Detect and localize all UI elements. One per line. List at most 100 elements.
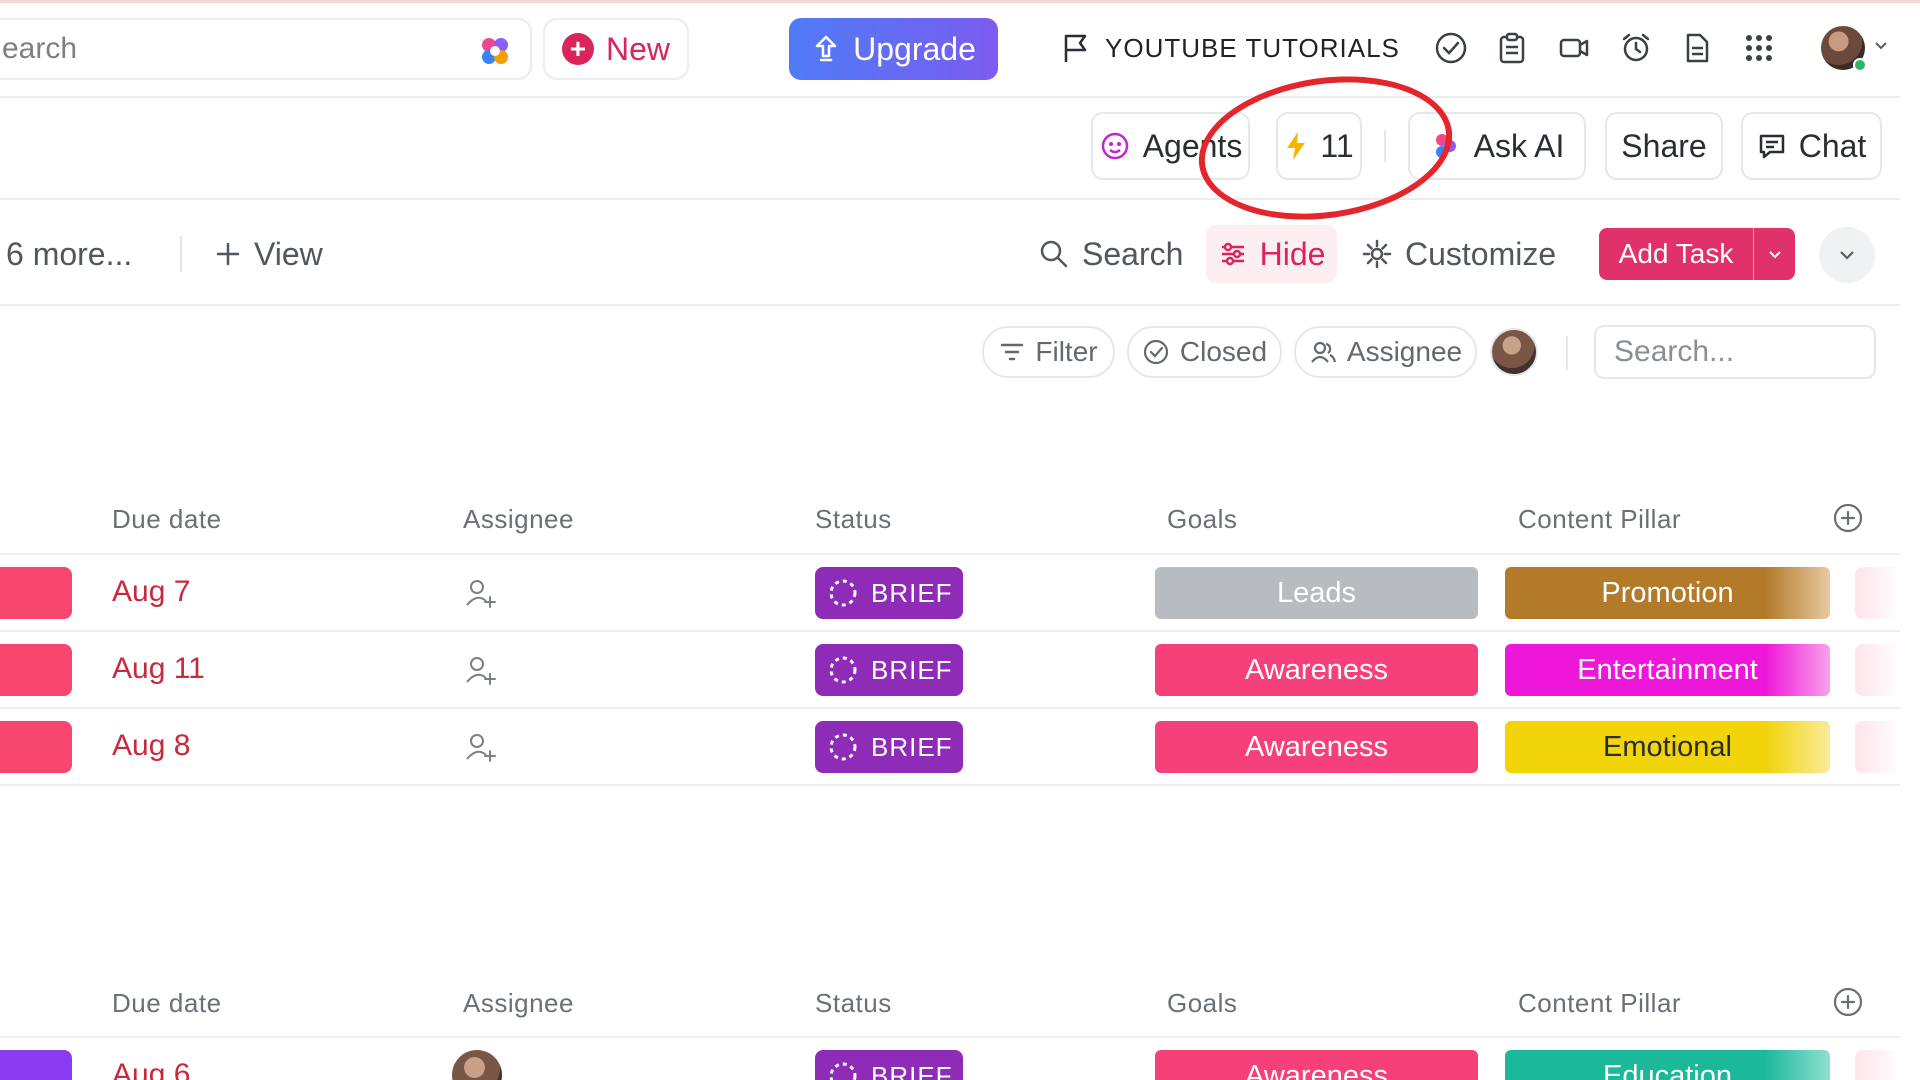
content-pillar-tag[interactable]: Emotional bbox=[1505, 721, 1830, 773]
due-date-cell[interactable]: Aug 6 bbox=[112, 1058, 190, 1080]
new-button[interactable]: + New bbox=[543, 18, 689, 80]
chat-button[interactable]: Chat bbox=[1741, 112, 1882, 180]
add-assignee-icon[interactable] bbox=[462, 575, 498, 611]
online-status-dot bbox=[1853, 58, 1867, 72]
status-label: BRIEF bbox=[871, 731, 953, 762]
view-search-button[interactable]: Search bbox=[1038, 228, 1183, 280]
content-pillar-tag[interactable]: Promotion bbox=[1505, 567, 1830, 619]
agents-icon bbox=[1101, 132, 1128, 160]
video-icon[interactable] bbox=[1557, 31, 1591, 65]
apps-grid-icon[interactable] bbox=[1742, 31, 1776, 65]
workspace-selector[interactable]: YOUTUBE TUTORIALS bbox=[1061, 28, 1400, 68]
due-date-cell[interactable]: Aug 8 bbox=[112, 729, 190, 763]
filter-button[interactable]: Filter bbox=[982, 326, 1115, 378]
ask-ai-label: Ask AI bbox=[1473, 127, 1565, 164]
filter-icon bbox=[1001, 343, 1024, 361]
row-divider bbox=[0, 553, 1900, 555]
plus-circle-icon: + bbox=[561, 33, 594, 65]
column-header-due-date[interactable]: Due date bbox=[112, 988, 222, 1019]
me-avatar-filter[interactable] bbox=[1490, 328, 1538, 376]
automations-button[interactable]: 11 bbox=[1276, 112, 1362, 180]
next-column-cell[interactable] bbox=[1855, 567, 1900, 619]
plus-icon bbox=[216, 242, 240, 266]
flag-icon bbox=[1064, 34, 1087, 62]
column-header-status[interactable]: Status bbox=[815, 988, 892, 1019]
add-column-icon[interactable] bbox=[1832, 502, 1864, 534]
agents-button[interactable]: Agents bbox=[1091, 112, 1250, 180]
more-views-button[interactable]: 6 more... bbox=[6, 228, 132, 280]
add-task-label: Add Task bbox=[1618, 238, 1734, 269]
add-column-icon[interactable] bbox=[1832, 986, 1864, 1018]
assignee-avatar[interactable] bbox=[452, 1050, 502, 1080]
global-search-placeholder: earch bbox=[2, 32, 78, 65]
status-badge[interactable]: BRIEF bbox=[815, 567, 963, 619]
collapse-toggle-button[interactable] bbox=[1819, 227, 1875, 283]
column-header-assignee[interactable]: Assignee bbox=[463, 504, 574, 535]
row-divider bbox=[0, 707, 1900, 709]
goal-tag[interactable]: Awareness bbox=[1155, 1050, 1478, 1080]
upgrade-rocket-icon bbox=[815, 35, 837, 62]
status-dashed-circle-icon bbox=[829, 733, 857, 761]
divider bbox=[180, 236, 182, 272]
chevron-down-icon[interactable] bbox=[1872, 36, 1890, 54]
check-circle-icon[interactable] bbox=[1434, 31, 1468, 65]
column-header-content-pillar[interactable]: Content Pillar bbox=[1518, 988, 1681, 1019]
add-assignee-icon[interactable] bbox=[462, 729, 498, 765]
ai-sparkle-icon[interactable] bbox=[478, 34, 512, 68]
hide-button[interactable]: Hide bbox=[1206, 225, 1337, 283]
task-color-tag bbox=[0, 721, 72, 773]
add-view-label: View bbox=[254, 235, 323, 272]
due-date-cell[interactable]: Aug 7 bbox=[112, 575, 190, 609]
sliders-icon bbox=[1221, 242, 1244, 266]
add-assignee-icon[interactable] bbox=[462, 652, 498, 688]
status-badge[interactable]: BRIEF bbox=[815, 644, 963, 696]
task-search-placeholder: Search... bbox=[1614, 335, 1735, 368]
status-label: BRIEF bbox=[871, 577, 953, 608]
task-color-tag bbox=[0, 644, 72, 696]
status-badge[interactable]: BRIEF bbox=[815, 721, 963, 773]
next-column-cell[interactable] bbox=[1855, 644, 1900, 696]
new-button-label: New bbox=[605, 30, 670, 67]
content-pillar-tag[interactable]: Entertainment bbox=[1505, 644, 1830, 696]
add-view-button[interactable]: View bbox=[214, 228, 323, 280]
column-header-content-pillar[interactable]: Content Pillar bbox=[1518, 504, 1681, 535]
people-icon bbox=[1311, 341, 1336, 363]
view-search-label: Search bbox=[1082, 235, 1184, 272]
alarm-clock-icon[interactable] bbox=[1619, 31, 1653, 65]
next-column-cell[interactable] bbox=[1855, 721, 1900, 773]
content-pillar-tag[interactable]: Education bbox=[1505, 1050, 1830, 1080]
row-divider bbox=[0, 784, 1900, 786]
clipboard-icon[interactable] bbox=[1495, 31, 1529, 65]
status-dashed-circle-icon bbox=[829, 579, 857, 607]
global-search-input[interactable]: earch bbox=[0, 18, 532, 80]
add-task-dropdown[interactable] bbox=[1753, 228, 1795, 280]
task-color-tag bbox=[0, 1050, 72, 1080]
document-icon[interactable] bbox=[1680, 31, 1714, 65]
task-search-input[interactable]: Search... bbox=[1594, 325, 1876, 379]
column-header-due-date[interactable]: Due date bbox=[112, 504, 222, 535]
check-circle-icon bbox=[1143, 339, 1169, 365]
column-header-goals[interactable]: Goals bbox=[1167, 504, 1237, 535]
goal-tag[interactable]: Awareness bbox=[1155, 721, 1478, 773]
status-badge[interactable]: BRIEF bbox=[815, 1050, 963, 1080]
customize-button[interactable]: Customize bbox=[1361, 228, 1556, 280]
due-date-cell[interactable]: Aug 11 bbox=[112, 652, 205, 686]
divider bbox=[1566, 336, 1568, 370]
agents-label: Agents bbox=[1142, 127, 1243, 164]
next-column-cell[interactable] bbox=[1855, 1050, 1900, 1080]
automations-count: 11 bbox=[1320, 127, 1354, 164]
user-avatar[interactable] bbox=[1821, 26, 1867, 72]
upgrade-button[interactable]: Upgrade bbox=[789, 18, 998, 80]
add-task-button[interactable]: Add Task bbox=[1599, 228, 1795, 280]
goal-tag[interactable]: Leads bbox=[1155, 567, 1478, 619]
chevron-down-icon bbox=[1768, 251, 1781, 259]
ask-ai-button[interactable]: Ask AI bbox=[1408, 112, 1586, 180]
column-header-status[interactable]: Status bbox=[815, 504, 892, 535]
row-divider bbox=[0, 1036, 1900, 1038]
assignee-filter-button[interactable]: Assignee bbox=[1294, 326, 1477, 378]
column-header-assignee[interactable]: Assignee bbox=[463, 988, 574, 1019]
closed-filter-button[interactable]: Closed bbox=[1127, 326, 1282, 378]
column-header-goals[interactable]: Goals bbox=[1167, 988, 1237, 1019]
share-button[interactable]: Share bbox=[1605, 112, 1723, 180]
goal-tag[interactable]: Awareness bbox=[1155, 644, 1478, 696]
